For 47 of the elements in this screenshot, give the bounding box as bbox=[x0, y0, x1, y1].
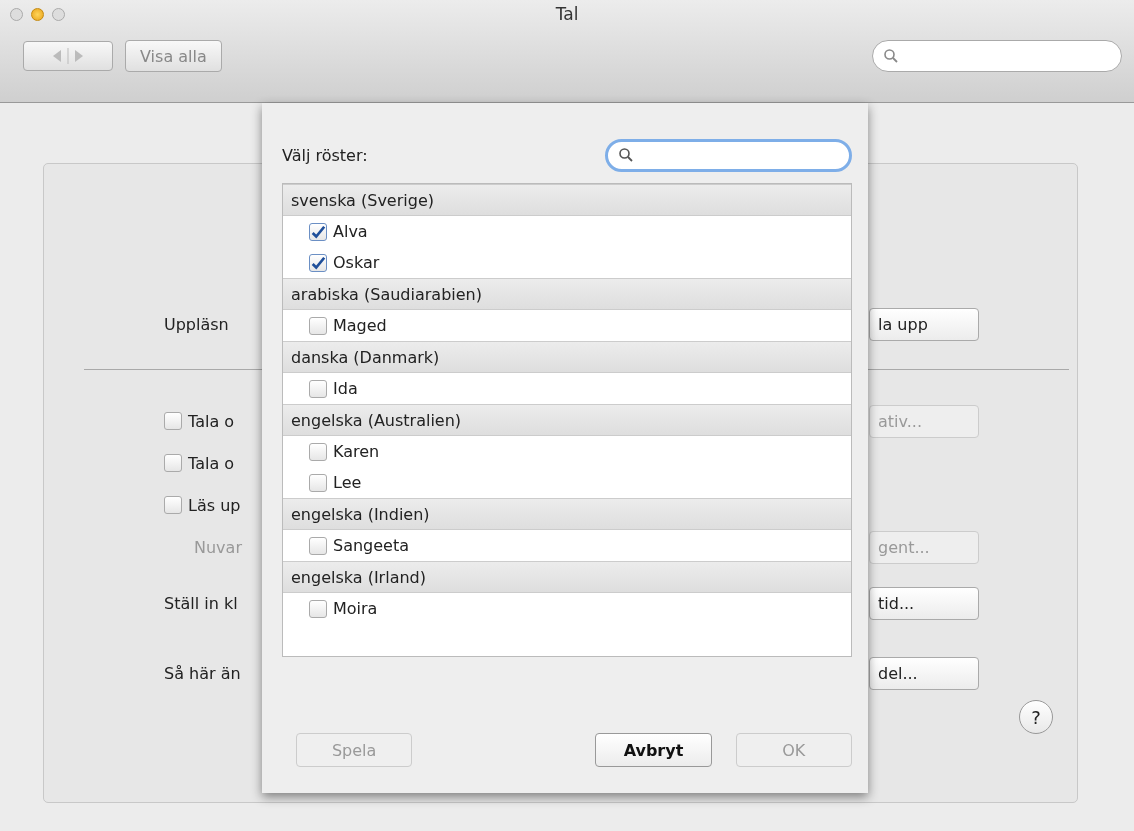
language-header: engelska (Australien) bbox=[283, 404, 851, 436]
language-header: engelska (Indien) bbox=[283, 498, 851, 530]
checkbox[interactable] bbox=[309, 536, 327, 555]
voice-name: Karen bbox=[333, 442, 380, 461]
checkbox[interactable] bbox=[309, 442, 327, 461]
voice-name: Alva bbox=[333, 222, 368, 241]
voice-name: Lee bbox=[333, 473, 362, 492]
language-header: svenska (Sverige) bbox=[283, 184, 851, 216]
zoom-icon[interactable] bbox=[52, 8, 65, 21]
language-header: arabiska (Saudiarabien) bbox=[283, 278, 851, 310]
close-icon[interactable] bbox=[10, 8, 23, 21]
language-header: engelska (Irland) bbox=[283, 561, 851, 593]
checkbox[interactable] bbox=[309, 253, 327, 272]
help-button[interactable]: ? bbox=[1019, 700, 1053, 734]
choose-voices-label: Välj röster: bbox=[282, 145, 368, 165]
voice-name: Sangeeta bbox=[333, 536, 410, 555]
checkbox[interactable] bbox=[309, 379, 327, 398]
voice-name: Ida bbox=[333, 379, 358, 398]
voice-name: Oskar bbox=[333, 253, 380, 272]
sheet-button[interactable]: Avbryt bbox=[595, 733, 712, 767]
checkbox[interactable] bbox=[309, 599, 327, 618]
panel-button[interactable]: del... bbox=[869, 656, 979, 690]
setting-label: Så här än bbox=[164, 663, 241, 683]
search-field[interactable] bbox=[872, 40, 1122, 72]
panel-button[interactable]: tid... bbox=[869, 586, 979, 620]
search-icon bbox=[883, 48, 899, 64]
voice-name: Maged bbox=[333, 316, 387, 335]
minimize-icon[interactable] bbox=[31, 8, 44, 21]
checkbox[interactable] bbox=[309, 316, 327, 335]
search-field[interactable] bbox=[605, 138, 852, 172]
panel-button[interactable]: la upp bbox=[869, 307, 979, 341]
back-forward-control[interactable] bbox=[23, 41, 113, 71]
setting-label: Tala o bbox=[188, 453, 235, 473]
setting-label: Läs up bbox=[188, 495, 241, 515]
window-title: Tal bbox=[555, 4, 579, 24]
setting-label: Tala o bbox=[188, 411, 235, 431]
checkbox[interactable] bbox=[164, 412, 182, 430]
setting-label: Nuvar bbox=[194, 537, 242, 557]
setting-label: Uppläsn bbox=[164, 314, 229, 334]
checkbox[interactable] bbox=[309, 473, 327, 492]
checkbox[interactable] bbox=[164, 496, 182, 514]
setting-label: Ställ in kl bbox=[164, 593, 238, 613]
search-icon bbox=[618, 147, 634, 163]
checkbox[interactable] bbox=[309, 222, 327, 241]
voice-name: Moira bbox=[333, 599, 378, 618]
checkbox[interactable] bbox=[164, 454, 182, 472]
language-header: danska (Danmark) bbox=[283, 341, 851, 373]
